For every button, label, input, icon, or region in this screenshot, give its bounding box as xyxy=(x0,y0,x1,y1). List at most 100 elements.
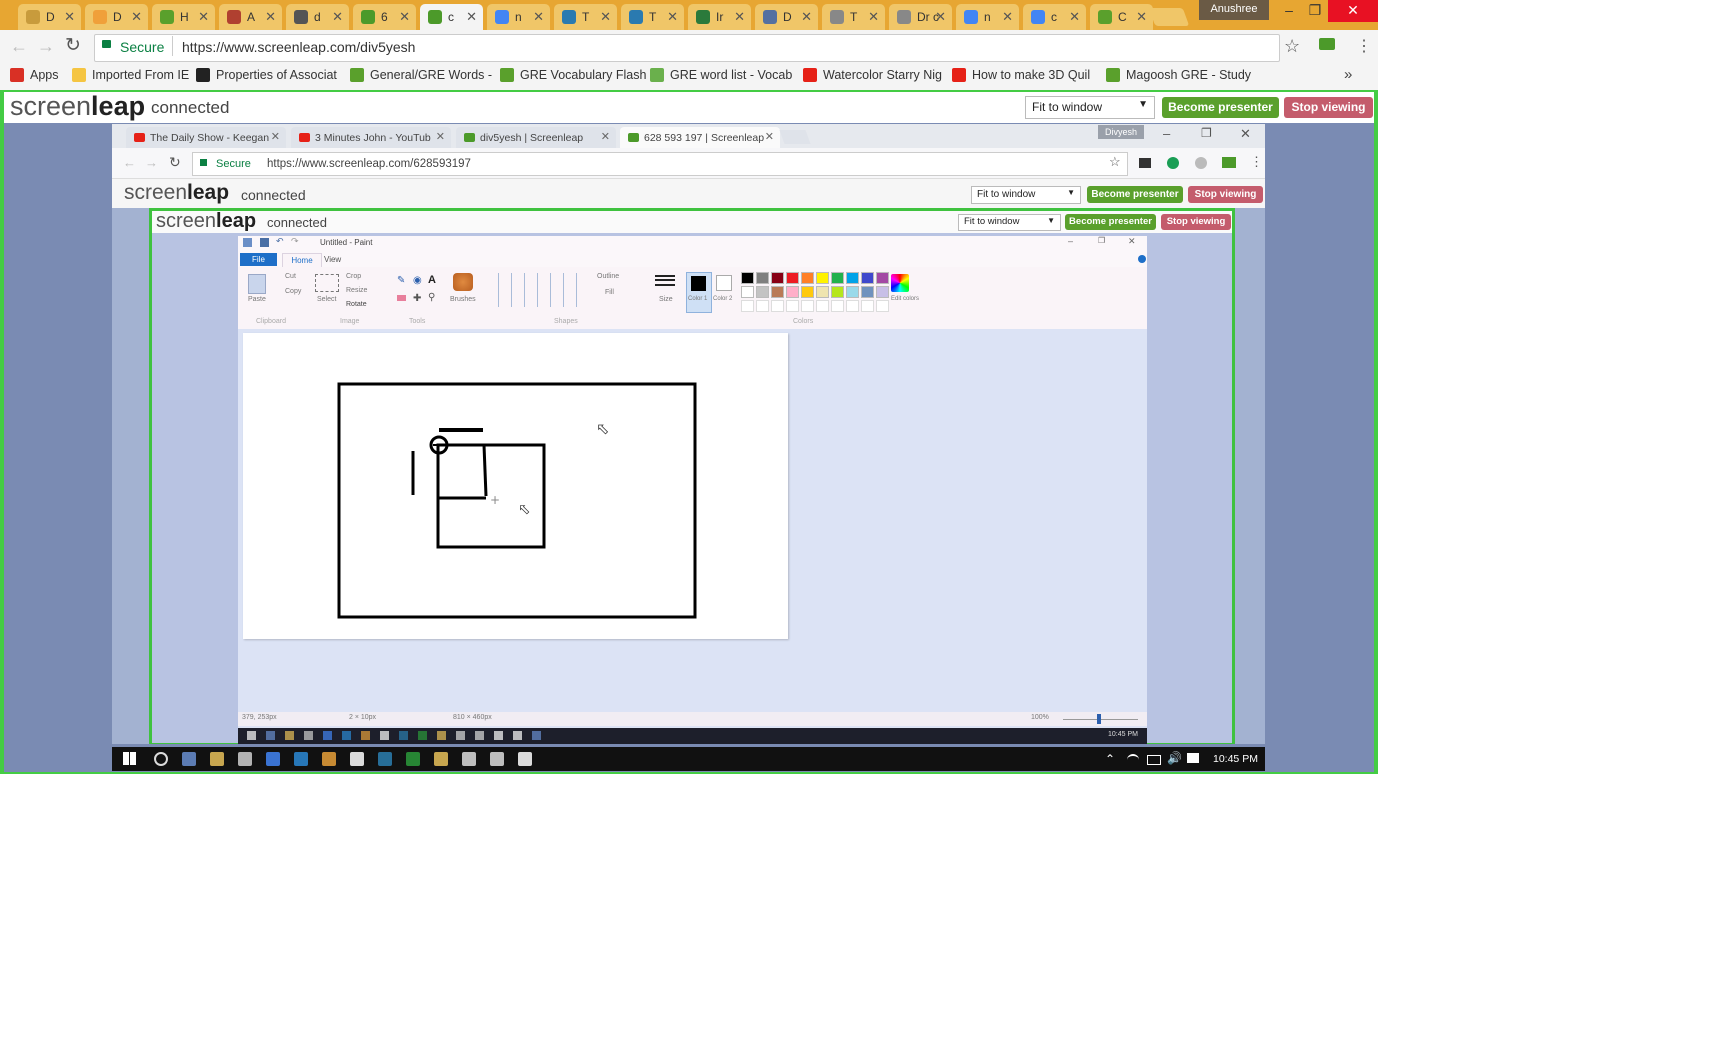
palette-swatch[interactable] xyxy=(786,272,799,284)
action-center-icon[interactable] xyxy=(1187,753,1199,763)
task-view-icon[interactable] xyxy=(182,752,196,766)
tab-close-icon[interactable]: ✕ xyxy=(1136,9,1147,25)
rotate-button[interactable]: Rotate xyxy=(346,301,367,308)
crop-button[interactable]: Crop xyxy=(346,273,361,280)
bookmark-item[interactable]: GRE Vocabulary Flash xyxy=(500,68,646,82)
back-icon[interactable]: ← xyxy=(10,36,28,57)
tab-close-icon[interactable]: ✕ xyxy=(1002,9,1013,25)
cut-button[interactable]: Cut xyxy=(285,273,296,280)
palette-swatch[interactable] xyxy=(831,286,844,298)
battery-icon[interactable] xyxy=(1147,755,1161,765)
tray-chevron-icon[interactable]: ⌃ xyxy=(1105,752,1115,766)
palette-swatch[interactable] xyxy=(816,286,829,298)
outer-tab[interactable]: D ✕ xyxy=(85,4,148,30)
bookmark-item[interactable]: GRE word list - Vocab xyxy=(650,68,792,82)
inner-stop-viewing-button[interactable]: Stop viewing xyxy=(1188,186,1263,203)
palette-swatch[interactable] xyxy=(786,286,799,298)
palette-empty-swatch[interactable] xyxy=(801,300,814,312)
save-icon[interactable] xyxy=(260,238,269,247)
palette-empty-swatch[interactable] xyxy=(786,300,799,312)
steam-icon[interactable] xyxy=(518,752,532,766)
outer-tab[interactable]: A ✕ xyxy=(219,4,282,30)
zoom-slider-thumb[interactable] xyxy=(1097,714,1101,724)
grammarly-icon[interactable] xyxy=(1167,157,1179,169)
inner-profile-button[interactable]: Divyesh xyxy=(1098,125,1144,139)
volume-icon[interactable]: 🔊 xyxy=(1167,751,1182,765)
inner-screenleap-icon[interactable] xyxy=(1222,157,1236,168)
inner-forward-icon[interactable]: → xyxy=(145,155,158,170)
inner-star-icon[interactable]: ☆ xyxy=(1109,154,1121,170)
fit-select[interactable]: Fit to window ▼ xyxy=(1025,96,1155,119)
inner-tab[interactable]: 3 Minutes John - YouTub ✕ xyxy=(291,127,451,148)
tab-close-icon[interactable]: ✕ xyxy=(533,9,544,25)
tab-close-icon[interactable]: ✕ xyxy=(265,9,276,25)
inner-new-tab-button[interactable] xyxy=(779,130,811,144)
tab-close-icon[interactable]: ✕ xyxy=(131,9,142,25)
paint-canvas[interactable]: + xyxy=(243,333,788,639)
select-icon[interactable] xyxy=(315,274,339,292)
color-picker-icon[interactable]: ✚ xyxy=(413,293,421,304)
sublime-icon[interactable] xyxy=(322,752,336,766)
inner-taskbar-app-icon[interactable] xyxy=(456,731,465,740)
inner-taskbar-app-icon[interactable] xyxy=(475,731,484,740)
inner-extension-icon[interactable] xyxy=(1139,158,1151,168)
color1-button[interactable]: Color 1 xyxy=(686,272,712,313)
outer-tab[interactable]: H ✕ xyxy=(152,4,215,30)
palette-empty-swatch[interactable] xyxy=(831,300,844,312)
palette-swatch[interactable] xyxy=(741,286,754,298)
reload-icon[interactable]: ↻ xyxy=(65,34,81,57)
outer-tab[interactable]: n ✕ xyxy=(487,4,550,30)
inner-become-presenter-button[interactable]: Become presenter xyxy=(1087,186,1183,203)
paint-restore-button[interactable]: ❐ xyxy=(1098,236,1105,245)
edit-colors-icon[interactable] xyxy=(891,274,909,292)
text-tool-icon[interactable]: A xyxy=(428,274,436,286)
inner-extension-2-icon[interactable] xyxy=(1195,157,1207,169)
outer-tab[interactable]: T ✕ xyxy=(822,4,885,30)
color2-swatch[interactable] xyxy=(716,275,732,291)
palette-swatch[interactable] xyxy=(771,286,784,298)
palette-swatch[interactable] xyxy=(831,272,844,284)
tab-close-icon[interactable]: ✕ xyxy=(734,9,745,25)
palette-empty-swatch[interactable] xyxy=(846,300,859,312)
profile-button[interactable]: Anushree xyxy=(1199,0,1269,20)
unity-icon[interactable] xyxy=(350,752,364,766)
tab-close-icon[interactable]: ✕ xyxy=(198,9,209,25)
windows-start-icon[interactable] xyxy=(123,752,136,765)
file-explorer-icon[interactable] xyxy=(434,752,448,766)
palette-swatch[interactable] xyxy=(846,286,859,298)
tab-close-icon[interactable]: ✕ xyxy=(600,9,611,25)
copy-button[interactable]: Copy xyxy=(285,288,301,295)
palette-swatch[interactable] xyxy=(816,272,829,284)
inner-tab-close-icon[interactable]: ✕ xyxy=(601,130,610,143)
outer-tab[interactable]: C ✕ xyxy=(1090,4,1153,30)
palette-swatch[interactable] xyxy=(741,272,754,284)
palette-swatch[interactable] xyxy=(756,272,769,284)
inner-taskbar-app-icon[interactable] xyxy=(399,731,408,740)
inner-close-button[interactable]: ✕ xyxy=(1240,126,1251,142)
screenleap-extension-icon[interactable] xyxy=(1319,38,1335,50)
inner-menu-icon[interactable]: ⋮ xyxy=(1250,154,1263,170)
fill-dropdown[interactable]: Fill xyxy=(605,289,614,296)
outline-dropdown[interactable]: Outline xyxy=(597,273,619,280)
outer-tab[interactable]: D ✕ xyxy=(18,4,81,30)
color-palette[interactable] xyxy=(741,272,893,312)
palette-empty-swatch[interactable] xyxy=(876,300,889,312)
ws-icon[interactable] xyxy=(490,752,504,766)
cortana-icon[interactable] xyxy=(154,752,168,766)
bookmark-item[interactable]: How to make 3D Quil xyxy=(952,68,1090,82)
file-app-icon[interactable] xyxy=(238,752,252,766)
palette-empty-swatch[interactable] xyxy=(816,300,829,312)
fill-bucket-icon[interactable]: ◉ xyxy=(413,275,422,286)
palette-swatch[interactable] xyxy=(861,286,874,298)
inner-reload-icon[interactable]: ↻ xyxy=(169,154,181,171)
tab-close-icon[interactable]: ✕ xyxy=(64,9,75,25)
nested-fit-select[interactable]: Fit to window ▼ xyxy=(958,214,1061,231)
url-text[interactable]: https://www.screenleap.com/div5yesh xyxy=(182,39,415,55)
inner-taskbar-app-icon[interactable] xyxy=(285,731,294,740)
bookmark-star-icon[interactable]: ☆ xyxy=(1284,36,1300,57)
inner-taskbar-app-icon[interactable] xyxy=(437,731,446,740)
inner-taskbar-app-icon[interactable] xyxy=(304,731,313,740)
notes-app-icon[interactable] xyxy=(210,752,224,766)
redo-icon[interactable]: ↷ xyxy=(291,236,299,247)
tab-close-icon[interactable]: ✕ xyxy=(935,9,946,25)
